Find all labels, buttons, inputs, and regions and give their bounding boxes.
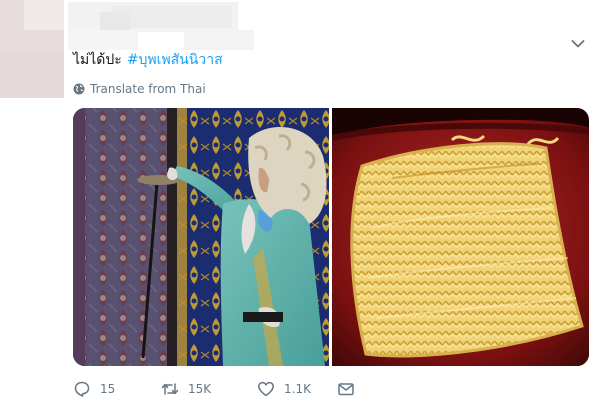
like-icon: [258, 381, 274, 397]
author-handle-blur: [184, 30, 254, 50]
globe-icon: [73, 83, 85, 95]
author-name-blur: [100, 12, 130, 32]
tweet-actions: 15 15K 1.1K: [73, 378, 367, 400]
tweet-card: ไม่ได้ปะ #บุพเพสันนิวาส Translate from Th…: [0, 0, 600, 420]
direct-message-icon: [338, 383, 354, 396]
avatar-blur-block: [24, 0, 64, 30]
like-count: 1.1K: [284, 382, 311, 396]
author-handle-blur: [68, 30, 138, 50]
translate-link[interactable]: Translate from Thai: [73, 80, 206, 98]
retweet-icon: [161, 383, 179, 395]
reply-icon: [74, 381, 90, 397]
photo-instant-noodles[interactable]: [332, 108, 589, 366]
reply-count: 15: [100, 382, 116, 396]
direct-message-button[interactable]: [337, 380, 367, 398]
author-name-blur: [112, 6, 232, 28]
avatar-blur-block: [0, 50, 64, 98]
photo-costumed-figure[interactable]: [73, 108, 330, 366]
tweet-text-body: ไม่ได้ปะ: [73, 52, 122, 68]
more-options-button[interactable]: [568, 36, 588, 52]
media-grid: [73, 108, 589, 366]
chevron-down-icon: [571, 40, 585, 48]
costumed-figure-image: [73, 108, 329, 366]
instant-noodles-image: [332, 108, 589, 366]
like-button[interactable]: 1.1K: [257, 380, 337, 398]
retweet-count: 15K: [188, 382, 212, 396]
retweet-button[interactable]: 15K: [161, 380, 257, 398]
reply-button[interactable]: 15: [73, 380, 161, 398]
hashtag-link[interactable]: #บุพเพสันนิวาส: [127, 52, 223, 68]
translate-label: Translate from Thai: [90, 82, 206, 96]
tweet-text: ไม่ได้ปะ #บุพเพสันนิวาส: [73, 50, 223, 70]
